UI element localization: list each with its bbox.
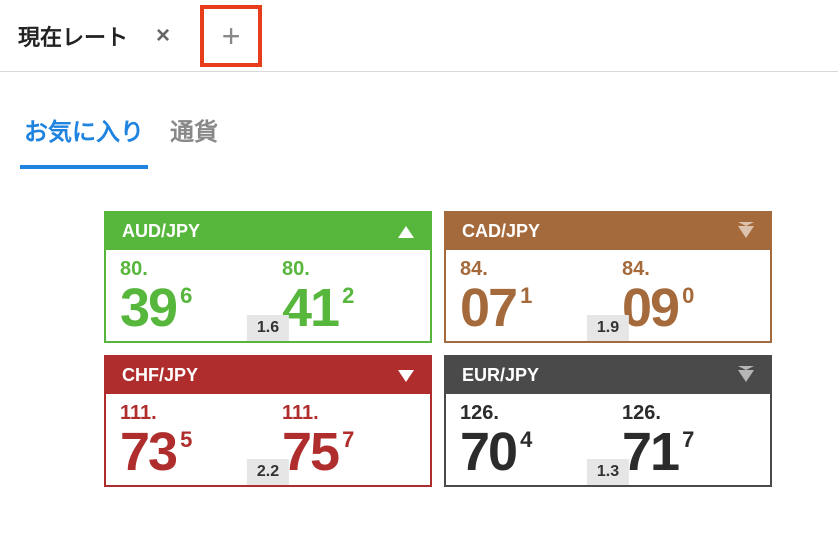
- tab-title: 現在レート: [18, 20, 128, 52]
- bid-side[interactable]: 84. 07 1: [446, 258, 608, 335]
- tile-header: CHF/JPY: [106, 357, 430, 394]
- add-tab-button[interactable]: +: [200, 5, 262, 67]
- ask-side[interactable]: 111. 75 7: [268, 402, 430, 479]
- rate-grid: AUD/JPY 80. 39 6 80. 41 2 1.6 CAD/: [0, 169, 838, 487]
- tile-body: 80. 39 6 80. 41 2 1.6: [106, 250, 430, 341]
- spread-badge: 1.6: [247, 315, 289, 341]
- bid-pip: 1: [520, 285, 532, 307]
- arrow-down-icon: [738, 226, 754, 238]
- close-icon[interactable]: ×: [156, 24, 170, 48]
- tile-header: EUR/JPY: [446, 357, 770, 394]
- pair-label: CHF/JPY: [122, 365, 198, 386]
- arrow-up-icon: [398, 226, 414, 238]
- tile-header: AUD/JPY: [106, 213, 430, 250]
- ask-side[interactable]: 84. 09 0: [608, 258, 770, 335]
- tile-body: 84. 07 1 84. 09 0 1.9: [446, 250, 770, 341]
- ask-side[interactable]: 126. 71 7: [608, 402, 770, 479]
- bid-pip: 5: [180, 429, 192, 451]
- bid-pip: 4: [520, 429, 532, 451]
- pair-label: AUD/JPY: [122, 221, 200, 242]
- arrow-down-icon: [738, 370, 754, 382]
- ask-pip: 0: [682, 285, 694, 307]
- rate-tile-audjpy[interactable]: AUD/JPY 80. 39 6 80. 41 2 1.6: [104, 211, 432, 343]
- rate-tile-cadjpy[interactable]: CAD/JPY 84. 07 1 84. 09 0 1.9: [444, 211, 772, 343]
- bid-pip: 6: [180, 285, 192, 307]
- filter-favorites[interactable]: お気に入り: [20, 112, 148, 169]
- bid-big: 73: [120, 425, 176, 479]
- spread-badge: 2.2: [247, 459, 289, 485]
- bid-side[interactable]: 111. 73 5: [106, 402, 268, 479]
- bid-big: 07: [460, 281, 516, 335]
- spread-badge: 1.9: [587, 315, 629, 341]
- tab-current-rates[interactable]: 現在レート ×: [18, 20, 170, 52]
- ask-big: 09: [622, 281, 678, 335]
- bid-side[interactable]: 126. 70 4: [446, 402, 608, 479]
- tile-body: 111. 73 5 111. 75 7 2.2: [106, 394, 430, 485]
- ask-pip: 7: [342, 429, 354, 451]
- tile-body: 126. 70 4 126. 71 7 1.3: [446, 394, 770, 485]
- rate-tile-chfjpy[interactable]: CHF/JPY 111. 73 5 111. 75 7 2.2: [104, 355, 432, 487]
- ask-pip: 2: [342, 285, 354, 307]
- bid-side[interactable]: 80. 39 6: [106, 258, 268, 335]
- pair-label: EUR/JPY: [462, 365, 539, 386]
- bid-big: 70: [460, 425, 516, 479]
- tile-header: CAD/JPY: [446, 213, 770, 250]
- ask-big: 41: [282, 281, 338, 335]
- ask-pip: 7: [682, 429, 694, 451]
- filter-currency[interactable]: 通貨: [166, 112, 222, 169]
- tab-bar: 現在レート × +: [0, 0, 838, 72]
- filter-bar: お気に入り 通貨: [0, 72, 838, 169]
- rate-tile-eurjpy[interactable]: EUR/JPY 126. 70 4 126. 71 7 1.3: [444, 355, 772, 487]
- plus-icon: +: [222, 20, 241, 52]
- arrow-down-icon: [398, 370, 414, 382]
- spread-badge: 1.3: [587, 459, 629, 485]
- ask-big: 75: [282, 425, 338, 479]
- ask-big: 71: [622, 425, 678, 479]
- ask-side[interactable]: 80. 41 2: [268, 258, 430, 335]
- pair-label: CAD/JPY: [462, 221, 540, 242]
- bid-big: 39: [120, 281, 176, 335]
